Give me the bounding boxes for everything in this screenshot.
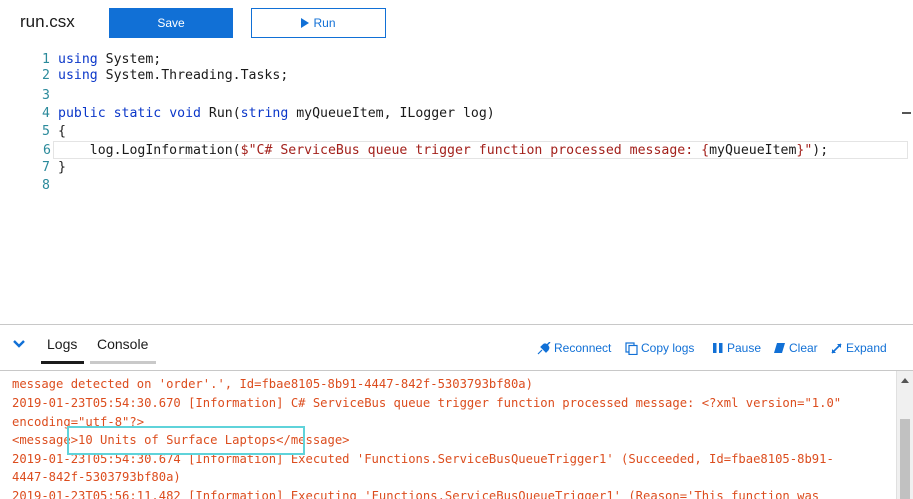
code-token: log.LogInformation(: [58, 143, 241, 158]
line-number: 6: [43, 143, 51, 158]
code-keyword: public: [58, 106, 106, 121]
reconnect-label: Reconnect: [554, 341, 612, 355]
code-text: log.LogInformation($"C# ServiceBus queue…: [58, 142, 828, 160]
code-text: public static void Run(string myQueueIte…: [58, 105, 495, 123]
code-token: Run(: [200, 106, 241, 121]
code-token: {: [58, 124, 66, 139]
code-keyword: static: [113, 106, 162, 121]
code-line[interactable]: 5{: [0, 123, 905, 141]
scroll-up-arrow-icon[interactable]: [901, 378, 909, 383]
code-line[interactable]: 8: [0, 177, 905, 195]
code-token: );: [812, 143, 829, 158]
code-token: myQueueItem: [709, 143, 797, 158]
eraser-icon: [774, 343, 785, 353]
code-text: using System.Threading.Tasks;: [58, 67, 288, 85]
log-line: message detected on 'order'.', Id=fbae81…: [12, 377, 533, 391]
code-string: $"C# ServiceBus queue trigger function p…: [240, 143, 710, 158]
log-line: 4447-842f-5303793bf80a): [12, 470, 181, 484]
code-keyword: string: [240, 106, 289, 121]
code-line[interactable]: 7}: [0, 159, 905, 177]
code-line[interactable]: 6 log.LogInformation($"C# ServiceBus que…: [43, 141, 908, 160]
run-button-label: Run: [313, 16, 336, 30]
log-scrollbar[interactable]: [896, 371, 913, 499]
reconnect-button[interactable]: Reconnect: [537, 341, 611, 355]
plug-icon: [537, 341, 551, 354]
pause-button[interactable]: Pause: [712, 341, 761, 355]
copy-logs-button[interactable]: Copy logs: [625, 341, 694, 355]
run-button[interactable]: Run: [251, 8, 386, 38]
line-number: 4: [42, 106, 50, 121]
tab-console-underline: [90, 361, 156, 364]
save-button[interactable]: Save: [109, 8, 233, 38]
line-number: 3: [42, 88, 50, 103]
pause-icon: [713, 343, 723, 353]
code-token: System.Threading.Tasks;: [97, 68, 289, 83]
save-button-label: Save: [157, 16, 185, 30]
line-number: 5: [42, 124, 50, 139]
log-line: 2019-01-23T05:54:30.670 [Information] C#…: [12, 396, 842, 410]
copy-icon: [625, 341, 638, 355]
code-text: {: [58, 123, 66, 141]
tab-logs-underline: [41, 361, 84, 364]
log-line: 2019-01-23T05:56:11.482 [Information] Ex…: [12, 489, 820, 499]
code-string: }": [796, 143, 813, 158]
code-keyword: using: [58, 52, 98, 67]
line-number: 2: [42, 68, 50, 83]
code-token: }: [58, 160, 66, 175]
expand-button[interactable]: Expand: [830, 341, 887, 355]
line-number: 7: [42, 160, 50, 175]
expand-icon: [831, 342, 842, 354]
code-token: myQueueItem, ILogger log): [288, 106, 495, 121]
code-editor[interactable]: 1 using System; 2 using System.Threading.Ta…: [0, 46, 913, 324]
message-highlight-box: [67, 426, 305, 455]
copy-logs-label: Copy logs: [641, 341, 695, 355]
log-output[interactable]: 2019-01-23T05:56:11.482 [Information] Ex…: [0, 370, 913, 499]
editor-toolbar: run.csx Save Run: [0, 0, 913, 46]
code-keyword: void: [169, 106, 201, 121]
code-line[interactable]: 2 using System.Threading.Tasks;: [0, 67, 905, 85]
line-number: 8: [42, 178, 50, 193]
play-icon: [301, 18, 310, 28]
clear-button[interactable]: Clear: [773, 341, 818, 355]
tab-logs[interactable]: Logs: [47, 336, 77, 352]
scroll-thumb[interactable]: [900, 419, 910, 499]
expand-label: Expand: [846, 341, 887, 355]
chevron-down-icon[interactable]: [12, 337, 26, 351]
file-title: run.csx: [20, 12, 75, 31]
clear-label: Clear: [789, 341, 818, 355]
pause-label: Pause: [727, 341, 762, 355]
code-token: System;: [97, 52, 162, 67]
code-line[interactable]: 4 public static void Run(string myQueueIt…: [0, 105, 905, 123]
code-keyword: using: [58, 68, 98, 83]
panel-header: Logs Console Reconnect Copy logs Pause C…: [0, 325, 913, 370]
code-text: }: [58, 159, 66, 177]
tab-console[interactable]: Console: [97, 336, 148, 352]
code-line[interactable]: 3: [0, 87, 905, 105]
